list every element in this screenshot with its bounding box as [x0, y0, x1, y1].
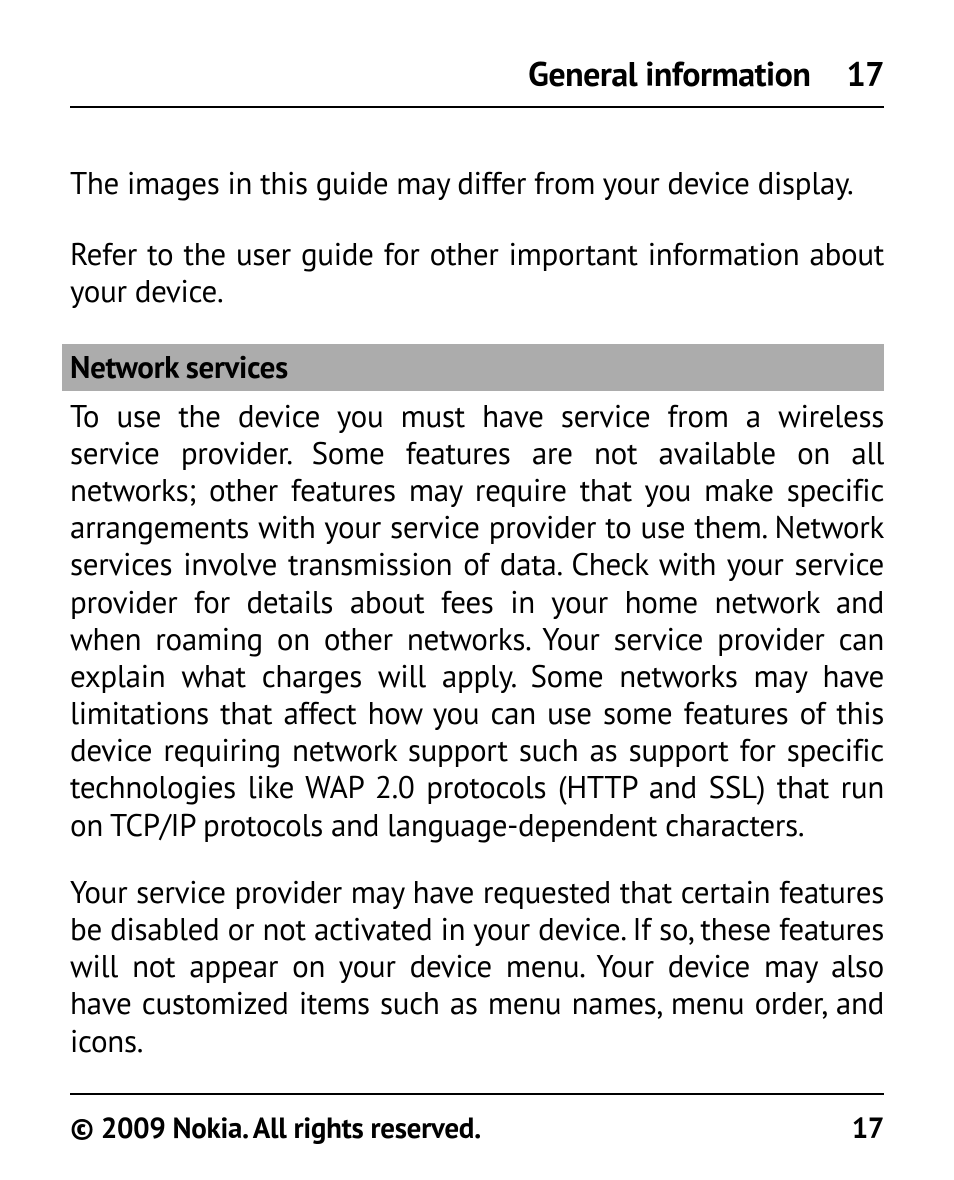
- page-footer: © 2009 Nokia. All rights reserved. 17: [70, 1093, 884, 1147]
- paragraph: Refer to the user guide for other import…: [70, 235, 884, 309]
- footer-copyright: © 2009 Nokia. All rights reserved.: [70, 1109, 481, 1147]
- page-header: General information 17: [70, 52, 884, 108]
- page: General information 17 The images in thi…: [0, 0, 954, 1180]
- footer-page-number: 17: [852, 1109, 884, 1147]
- page-content: The images in this guide may differ from…: [70, 108, 884, 1093]
- header-page-number: 17: [846, 52, 884, 96]
- paragraph: Your service provider may have requested…: [70, 873, 884, 1059]
- header-title: General information: [528, 52, 810, 96]
- paragraph: The images in this guide may differ from…: [70, 164, 884, 201]
- paragraph: To use the device you must have service …: [70, 397, 884, 843]
- section-heading: Network services: [62, 344, 884, 391]
